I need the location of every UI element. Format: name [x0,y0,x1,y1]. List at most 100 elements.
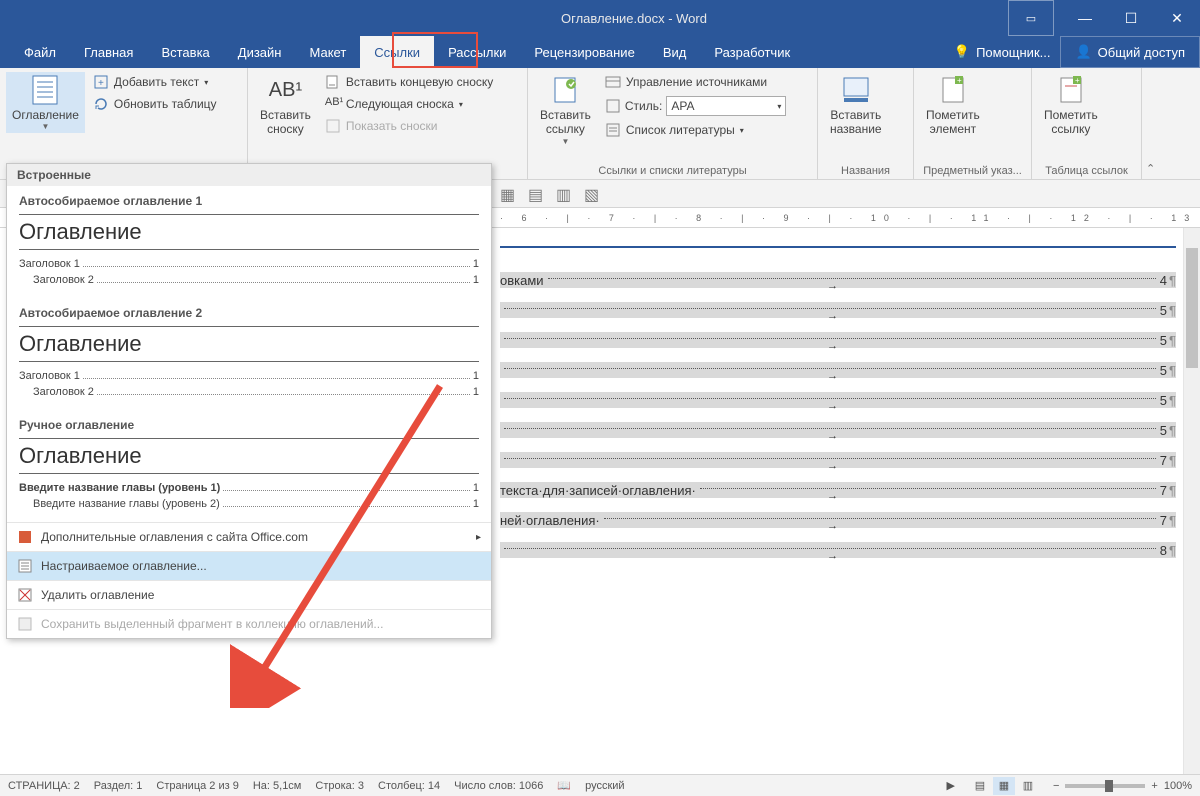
endnote-icon [325,74,341,90]
save-toc-selection: Сохранить выделенный фрагмент в коллекци… [7,609,491,638]
toc-option-manual[interactable]: Ручное оглавление Оглавление Введите наз… [7,410,491,522]
insert-citation-button[interactable]: Вставить ссылку ▼ [534,72,597,148]
tab-design[interactable]: Дизайн [224,36,296,68]
status-page[interactable]: СТРАНИЦА: 2 [8,780,80,792]
toa-icon: + [1055,74,1087,106]
ribbon-collapse[interactable]: ⌃ [1142,162,1156,179]
svg-text:+: + [98,78,104,89]
close-button[interactable]: ✕ [1154,0,1200,36]
toc-entry[interactable]: →5¶ [500,358,1176,382]
refresh-icon [93,96,109,112]
maximize-button[interactable]: ☐ [1108,0,1154,36]
status-section[interactable]: Раздел: 1 [94,780,143,792]
zoom-out[interactable]: − [1053,780,1059,792]
view-print[interactable]: ▦ [993,777,1015,795]
scrollbar-thumb[interactable] [1186,248,1198,368]
biblio-icon [605,122,621,138]
add-text-button[interactable]: +Добавить текст ▾ [89,72,221,92]
manage-sources-button[interactable]: Управление источниками [601,72,790,92]
update-table-button[interactable]: Обновить таблицу [89,94,221,114]
chevron-down-icon: ▼ [561,137,569,146]
status-page-of[interactable]: Страница 2 из 9 [156,780,238,792]
toc-entry[interactable]: текста·для·записей·оглавления·→7¶ [500,478,1176,502]
toc-entry[interactable]: →5¶ [500,418,1176,442]
remove-toc-icon [17,587,33,603]
toc-entry[interactable]: →5¶ [500,298,1176,322]
tab-insert[interactable]: Вставка [147,36,223,68]
more-toc-from-office[interactable]: Дополнительные оглавления с сайта Office… [7,522,491,551]
add-text-icon: + [93,74,109,90]
builtin-header: Встроенные [7,164,491,186]
doc-title-rule [500,242,1176,248]
remove-toc[interactable]: Удалить оглавление [7,580,491,609]
qat-icon[interactable]: ▧ [584,185,602,203]
toc-entry[interactable]: →5¶ [500,328,1176,352]
insert-caption-button[interactable]: Вставить название [824,72,888,139]
citation-style-select[interactable]: APA▾ [666,96,786,116]
show-notes-icon [325,118,341,134]
zoom-in[interactable]: + [1151,780,1157,792]
menu-bar: Файл Главная Вставка Дизайн Макет Ссылки… [0,36,1200,68]
view-read[interactable]: ▤ [969,777,991,795]
toc-entry[interactable]: →7¶ [500,448,1176,472]
toc-option-auto2[interactable]: Автособираемое оглавление 2 Оглавление З… [7,298,491,410]
status-word-count[interactable]: Число слов: 1066 [454,780,543,792]
window-title: Оглавление.docx - Word [260,11,1008,26]
citation-style-row: Стиль: APA▾ [601,94,790,118]
ribbon-display-options[interactable]: ▭ [1008,0,1054,36]
index-icon: + [937,74,969,106]
toc-entry[interactable]: овками→4¶ [500,268,1176,292]
tab-layout[interactable]: Макет [295,36,360,68]
tab-references[interactable]: Ссылки [360,36,434,68]
title-bar: Оглавление.docx - Word ▭ — ☐ ✕ [0,0,1200,36]
insert-footnote-button[interactable]: AB¹ Вставить сноску [254,72,317,139]
next-footnote-icon: AB¹ [325,96,341,112]
toc-entry[interactable]: →8¶ [500,538,1176,562]
status-column[interactable]: Столбец: 14 [378,780,440,792]
qat-icon[interactable]: ▥ [556,185,574,203]
qat-icon[interactable]: ▤ [528,185,546,203]
view-web[interactable]: ▥ [1017,777,1039,795]
status-macro-icon[interactable]: ▶ [947,779,955,792]
zoom-slider[interactable] [1065,784,1145,788]
svg-text:+: + [1075,76,1080,85]
next-footnote-button[interactable]: AB¹Следующая сноска ▾ [321,94,497,114]
custom-toc-icon [17,558,33,574]
bibliography-button[interactable]: Список литературы ▾ [601,120,790,140]
mark-citation-button[interactable]: + Пометить ссылку [1038,72,1104,139]
status-line[interactable]: Строка: 3 [315,780,364,792]
toc-gallery-popup: Встроенные Автособираемое оглавление 1 О… [6,163,492,639]
tab-file[interactable]: Файл [10,36,70,68]
toc-entry[interactable]: ней·оглавления·→7¶ [500,508,1176,532]
style-icon [605,98,621,114]
vertical-scrollbar[interactable] [1183,228,1200,774]
toc-button[interactable]: Оглавление ▼ [6,72,85,133]
person-icon: 👤 [1075,44,1091,60]
share-button[interactable]: 👤Общий доступ [1060,36,1200,68]
zoom-level[interactable]: 100% [1164,780,1192,792]
caption-icon [840,74,872,106]
tab-review[interactable]: Рецензирование [520,36,648,68]
status-at[interactable]: На: 5,1см [253,780,302,792]
insert-endnote-button[interactable]: Вставить концевую сноску [321,72,497,92]
qat-icon[interactable]: ▦ [500,185,518,203]
bulb-icon: 💡 [954,44,970,60]
mark-index-entry-button[interactable]: + Пометить элемент [920,72,986,139]
status-bar: СТРАНИЦА: 2 Раздел: 1 Страница 2 из 9 На… [0,774,1200,796]
minimize-button[interactable]: — [1062,0,1108,36]
status-language[interactable]: русский [585,780,624,792]
toc-entry[interactable]: →5¶ [500,388,1176,412]
tab-view[interactable]: Вид [649,36,701,68]
custom-toc[interactable]: Настраиваемое оглавление... [7,551,491,580]
toc-option-auto1[interactable]: Автособираемое оглавление 1 Оглавление З… [7,186,491,298]
status-proofing-icon[interactable]: 📖 [557,779,571,792]
chevron-right-icon: ▸ [476,532,481,543]
tab-home[interactable]: Главная [70,36,147,68]
tab-developer[interactable]: Разработчик [700,36,804,68]
tell-me[interactable]: 💡Помощник... [944,36,1061,68]
manage-sources-icon [605,74,621,90]
document-page: овками→4¶ →5¶ →5¶ →5¶ →5¶ →5¶ →7¶ текста·для·за… [500,242,1176,568]
tab-mailings[interactable]: Рассылки [434,36,520,68]
chevron-down-icon: ▼ [41,122,49,131]
show-notes-button[interactable]: Показать сноски [321,116,497,136]
